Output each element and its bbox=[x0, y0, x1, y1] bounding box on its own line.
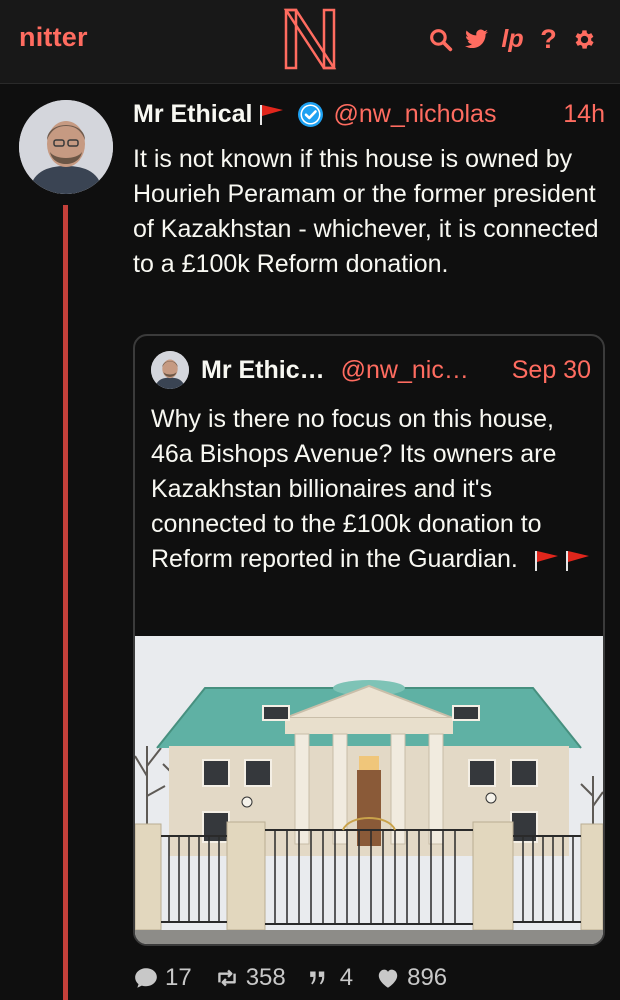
twitter-icon[interactable] bbox=[463, 26, 490, 53]
tweet-header: Mr Ethical @nw_nicholas 14h bbox=[133, 96, 605, 132]
navbar: nitter lp ? bbox=[0, 0, 620, 84]
retweet-stat[interactable]: 358 bbox=[214, 964, 286, 992]
settings-icon[interactable] bbox=[571, 26, 598, 53]
search-icon[interactable] bbox=[427, 26, 454, 53]
quote-avatar[interactable] bbox=[151, 351, 189, 389]
quote-header: Mr Ethic… @nw_nic… Sep 30 bbox=[151, 350, 591, 390]
quote-fullname[interactable]: Mr Ethic… bbox=[201, 356, 325, 385]
avatar[interactable] bbox=[19, 100, 113, 194]
red-flag-icon bbox=[565, 551, 589, 572]
reply-icon bbox=[135, 968, 157, 988]
nitter-logo[interactable] bbox=[282, 6, 338, 72]
quote-tweet[interactable]: Mr Ethic… @nw_nic… Sep 30 Why is there n… bbox=[133, 334, 605, 946]
red-flag-icon bbox=[534, 551, 558, 572]
retweet-count: 358 bbox=[245, 964, 286, 991]
tweet-fullname[interactable]: Mr Ethical bbox=[133, 100, 252, 129]
reply-stat[interactable]: 17 bbox=[133, 964, 192, 992]
reply-count: 17 bbox=[165, 964, 192, 991]
heart-icon bbox=[378, 969, 398, 988]
red-flag-icon bbox=[260, 105, 284, 125]
verified-icon bbox=[298, 101, 324, 127]
quote-count: 4 bbox=[339, 964, 354, 991]
nav-icons: lp ? bbox=[427, 24, 598, 54]
like-count: 896 bbox=[407, 964, 448, 991]
thread-line bbox=[63, 205, 68, 1000]
brand-link[interactable]: nitter bbox=[19, 22, 88, 53]
liberapay-icon[interactable]: lp bbox=[499, 25, 526, 53]
tweet-username[interactable]: @nw_nicholas bbox=[333, 100, 496, 129]
quote-stat[interactable]: 4 bbox=[308, 964, 353, 992]
help-icon[interactable]: ? bbox=[535, 24, 562, 54]
quote-date[interactable]: Sep 30 bbox=[512, 356, 591, 385]
like-stat[interactable]: 896 bbox=[375, 964, 447, 992]
quote-username[interactable]: @nw_nic… bbox=[341, 356, 469, 385]
tweet-stats: 17 358 4 896 bbox=[133, 962, 447, 994]
house-photo[interactable] bbox=[135, 636, 603, 944]
tweet-date[interactable]: 14h bbox=[563, 100, 605, 129]
quote-icon bbox=[309, 971, 324, 985]
tweet-content: It is not known if this house is owned b… bbox=[133, 145, 599, 278]
quote-content: Why is there no focus on this house, 46a… bbox=[151, 402, 595, 577]
quote-text: Why is there no focus on this house, 46a… bbox=[151, 405, 557, 573]
retweet-icon bbox=[217, 969, 236, 987]
